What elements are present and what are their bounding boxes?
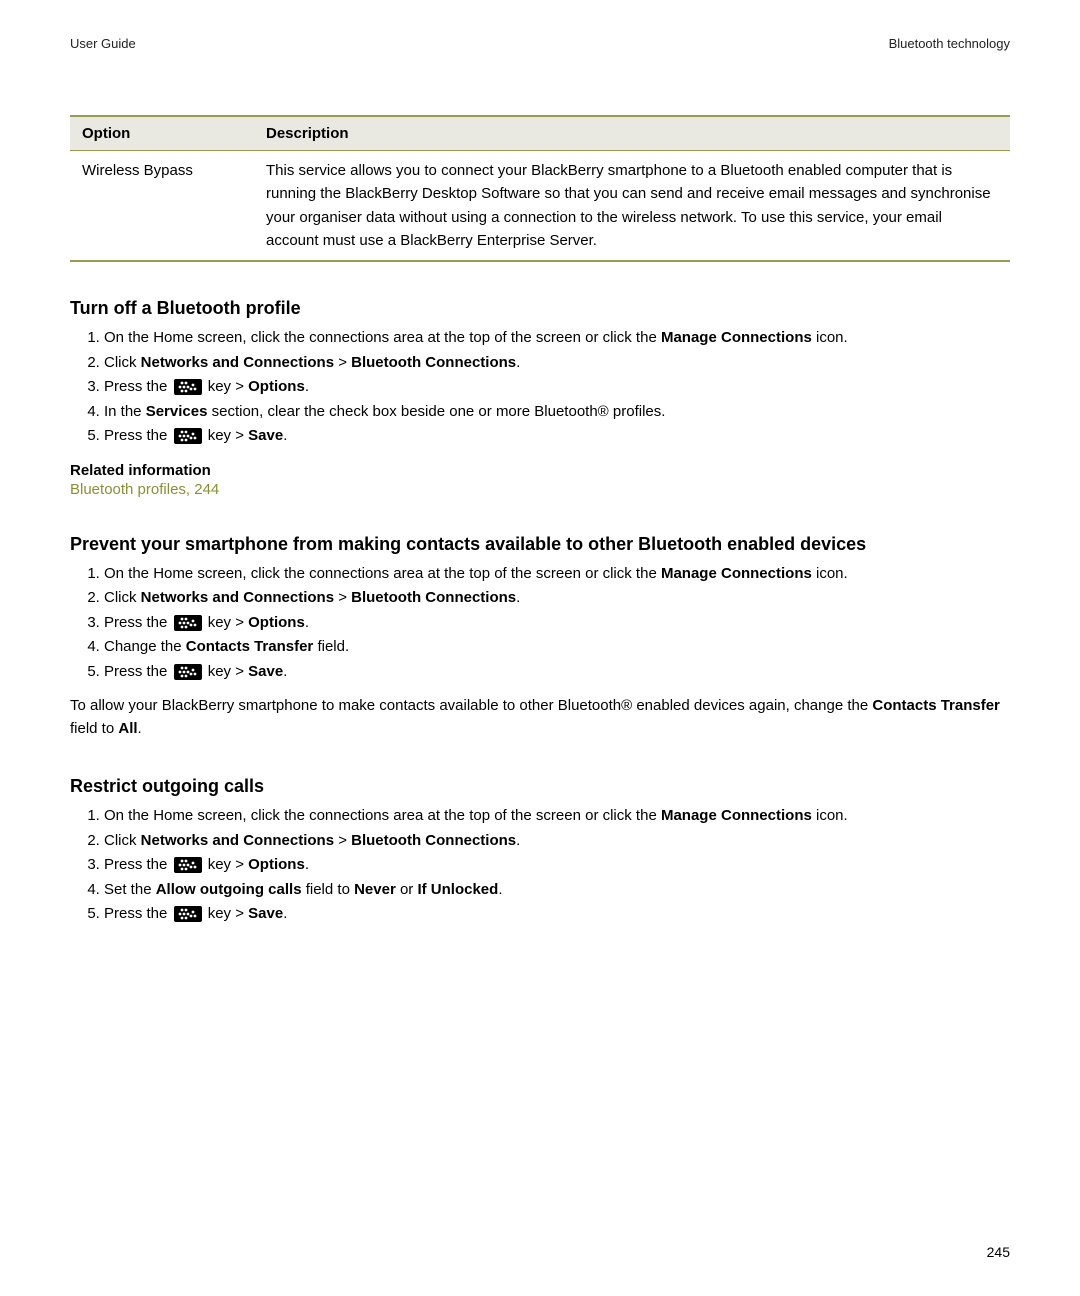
steps-prevent-contacts: On the Home screen, click the connection… bbox=[70, 563, 1010, 684]
cell-description: This service allows you to connect your … bbox=[254, 151, 1010, 262]
steps-restrict-calls: On the Home screen, click the connection… bbox=[70, 805, 1010, 926]
document-page: User Guide Bluetooth technology Option D… bbox=[0, 0, 1080, 1296]
list-item: Press the key > Save. bbox=[104, 425, 1010, 448]
list-item: On the Home screen, click the connection… bbox=[104, 327, 1010, 350]
cell-option: Wireless Bypass bbox=[70, 151, 254, 262]
paragraph: To allow your BlackBerry smartphone to m… bbox=[70, 695, 1010, 740]
section-title-prevent-contacts: Prevent your smartphone from making cont… bbox=[70, 534, 1010, 555]
list-item: Set the Allow outgoing calls field to Ne… bbox=[104, 879, 1010, 902]
related-link-bluetooth-profiles[interactable]: Bluetooth profiles, 244 bbox=[70, 481, 219, 498]
table-row: Wireless Bypass This service allows you … bbox=[70, 151, 1010, 262]
menu-key-icon bbox=[174, 906, 202, 922]
list-item: Click Networks and Connections > Bluetoo… bbox=[104, 830, 1010, 853]
list-item: Press the key > Options. bbox=[104, 612, 1010, 635]
menu-key-icon bbox=[174, 379, 202, 395]
list-item: On the Home screen, click the connection… bbox=[104, 563, 1010, 586]
list-item: Press the key > Options. bbox=[104, 854, 1010, 877]
list-item: Click Networks and Connections > Bluetoo… bbox=[104, 587, 1010, 610]
header-right: Bluetooth technology bbox=[889, 36, 1010, 51]
steps-turn-off-profile: On the Home screen, click the connection… bbox=[70, 327, 1010, 448]
list-item: On the Home screen, click the connection… bbox=[104, 805, 1010, 828]
list-item: Click Networks and Connections > Bluetoo… bbox=[104, 352, 1010, 375]
th-description: Description bbox=[254, 116, 1010, 151]
page-number: 245 bbox=[987, 1244, 1010, 1260]
list-item: Press the key > Options. bbox=[104, 376, 1010, 399]
list-item: Change the Contacts Transfer field. bbox=[104, 636, 1010, 659]
list-item: Press the key > Save. bbox=[104, 903, 1010, 926]
menu-key-icon bbox=[174, 428, 202, 444]
header-left: User Guide bbox=[70, 36, 136, 51]
page-header: User Guide Bluetooth technology bbox=[70, 36, 1010, 51]
related-info-heading: Related information bbox=[70, 462, 1010, 479]
menu-key-icon bbox=[174, 615, 202, 631]
list-item: In the Services section, clear the check… bbox=[104, 401, 1010, 424]
th-option: Option bbox=[70, 116, 254, 151]
options-table: Option Description Wireless Bypass This … bbox=[70, 115, 1010, 262]
menu-key-icon bbox=[174, 664, 202, 680]
list-item: Press the key > Save. bbox=[104, 661, 1010, 684]
section-title-restrict-calls: Restrict outgoing calls bbox=[70, 776, 1010, 797]
section-title-turn-off-profile: Turn off a Bluetooth profile bbox=[70, 298, 1010, 319]
menu-key-icon bbox=[174, 857, 202, 873]
